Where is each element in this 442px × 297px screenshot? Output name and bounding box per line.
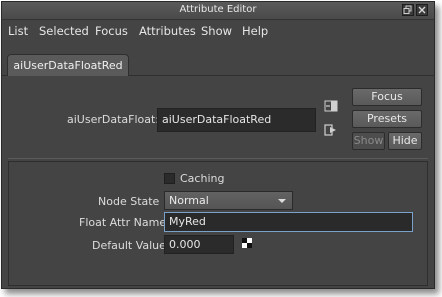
checker-map-icon[interactable] xyxy=(242,238,252,248)
section-divider xyxy=(8,158,428,159)
float-attr-name-field[interactable]: MyRed xyxy=(164,212,413,232)
attribute-editor-window: Attribute Editor List Selected Focus Att… xyxy=(1,1,435,289)
caching-label: Caching xyxy=(180,172,225,185)
caching-checkbox[interactable] xyxy=(164,173,175,184)
menu-help[interactable]: Help xyxy=(242,24,268,38)
menu-show[interactable]: Show xyxy=(201,24,232,38)
node-name-label: aiUserDataFloat: xyxy=(67,113,160,126)
node-state-label: Node State xyxy=(98,195,160,208)
float-attr-name-label: Float Attr Name xyxy=(79,216,167,229)
close-icon[interactable] xyxy=(416,4,428,16)
menu-focus[interactable]: Focus xyxy=(95,24,128,38)
tab-aiuserdatafloatred[interactable]: aiUserDataFloatRed xyxy=(7,54,129,76)
menu-list[interactable]: List xyxy=(8,24,28,38)
menu-selected[interactable]: Selected xyxy=(39,24,89,38)
menu-attributes[interactable]: Attributes xyxy=(139,24,196,38)
show-button[interactable]: Show xyxy=(352,132,385,150)
title-bar: Attribute Editor xyxy=(2,2,434,20)
output-connection-icon[interactable] xyxy=(324,124,338,136)
default-value-field[interactable]: 0.000 xyxy=(164,235,234,254)
default-value-label: Default Value xyxy=(92,239,166,252)
window-title: Attribute Editor xyxy=(179,4,257,15)
node-state-value: Normal xyxy=(169,194,209,207)
restore-icon[interactable] xyxy=(402,4,414,16)
presets-button[interactable]: Presets xyxy=(352,110,422,128)
node-state-dropdown[interactable]: Normal xyxy=(164,191,293,210)
attributes-panel: Caching Node State Normal Float Attr Nam… xyxy=(8,161,428,286)
chevron-down-icon xyxy=(278,199,286,203)
menu-bar: List Selected Focus Attributes Show Help xyxy=(2,20,434,42)
focus-button[interactable]: Focus xyxy=(352,88,422,106)
input-connection-icon[interactable] xyxy=(324,100,338,112)
hide-button[interactable]: Hide xyxy=(388,132,422,150)
node-name-field[interactable]: aiUserDataFloatRed xyxy=(157,108,316,132)
